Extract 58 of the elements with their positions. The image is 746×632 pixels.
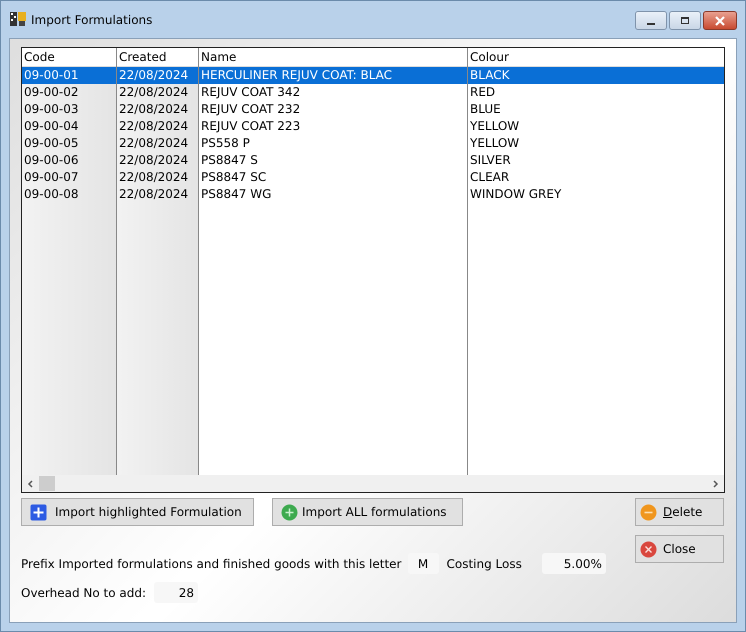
table-cell-text: 22/08/2024 — [118, 84, 190, 101]
costing-loss-label: Costing Loss — [446, 556, 522, 570]
app-icon — [9, 10, 27, 28]
table-cell-text: 22/08/2024 — [118, 169, 190, 186]
close-icon — [640, 540, 657, 558]
table-cell-text: BLUE — [469, 101, 502, 118]
horizontal-scrollbar[interactable] — [22, 475, 724, 492]
table-cell: HERCULINER REJUV COAT: BLAC — [199, 67, 467, 84]
delete-button[interactable]: Delete — [635, 498, 724, 526]
table-cell-text: CLEAR — [469, 169, 510, 186]
table-cell-text: 09-00-02 — [23, 84, 80, 101]
table-cell-text: REJUV COAT 232 — [200, 101, 302, 118]
overhead-label: Overhead No to add: — [21, 586, 146, 600]
table-cell-text: 09-00-08 — [23, 186, 80, 203]
table-cell: BLACK — [468, 67, 724, 84]
table-cell-text: 09-00-05 — [23, 135, 80, 152]
column-header[interactable]: Code — [22, 48, 116, 67]
table-cell-text: SILVER — [469, 152, 512, 169]
table-cell: 22/08/2024 — [117, 67, 198, 84]
table-cell: 09-00-01 — [22, 67, 116, 84]
table-cell-text: 22/08/2024 — [118, 152, 190, 169]
costing-loss-field[interactable]: 5.00% — [542, 553, 606, 574]
maximize-icon — [679, 16, 691, 26]
table-cell-text: REJUV COAT 223 — [200, 118, 302, 135]
column-header[interactable]: Created — [117, 48, 198, 67]
table-cell-text: 22/08/2024 — [118, 135, 190, 152]
import-button[interactable]: Import ALL formulations — [272, 498, 463, 526]
minus-icon — [640, 504, 657, 520]
plus-icon — [30, 504, 47, 520]
table-cell-text: 09-00-03 — [23, 101, 80, 118]
table-cell-text: REJUV COAT 342 — [200, 84, 302, 101]
minimize-button[interactable] — [635, 11, 667, 30]
plus-icon — [281, 504, 298, 520]
table-cell-text: PS8847 WG — [200, 186, 272, 203]
table-cell-text: 09-00-06 — [23, 152, 80, 169]
table-cell-text: RED — [469, 84, 496, 101]
window-title: Import Formulations — [31, 12, 152, 26]
scroll-thumb[interactable] — [39, 476, 55, 491]
table-cell-text: YELLOW — [469, 118, 520, 135]
overhead-field[interactable]: 28 — [154, 582, 198, 603]
table-cell-text: 09-00-04 — [23, 118, 80, 135]
table-cell-text: 09-00-07 — [23, 169, 80, 186]
table-cell-text: 22/08/2024 — [118, 101, 190, 118]
table-cell-text: PS558 P — [200, 135, 251, 152]
table-cell-text: 22/08/2024 — [118, 186, 190, 203]
table-cell-text: YELLOW — [469, 135, 520, 152]
prefix-field[interactable]: M — [408, 553, 438, 574]
import-button[interactable]: Import highlighted Formulation — [21, 498, 254, 526]
minimize-icon — [647, 22, 655, 24]
table-cell-text: PS8847 S — [200, 152, 259, 169]
prefix-label: Prefix Imported formulations and finished goods with this letter — [21, 556, 402, 570]
table-cell-text: WINDOW GREY — [469, 186, 562, 203]
table-cell-text: 22/08/2024 — [118, 118, 190, 135]
table-cell-text: PS8847 SC — [200, 169, 268, 186]
close-dialog-button[interactable]: Close — [635, 535, 724, 563]
close-icon — [714, 16, 726, 26]
maximize-button[interactable] — [669, 11, 701, 30]
close-button[interactable] — [703, 11, 737, 30]
